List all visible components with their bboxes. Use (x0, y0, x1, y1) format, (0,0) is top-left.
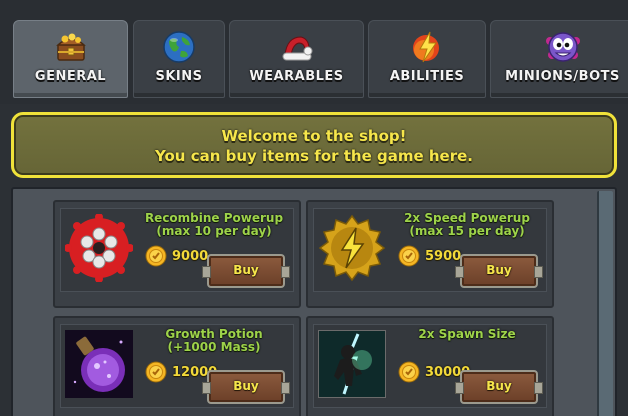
tab-abilities[interactable]: ABILITIES (368, 20, 486, 98)
recombine-molecule-icon (65, 214, 133, 282)
item-name: Recombine Powerup (max 10 per day) (144, 211, 284, 238)
tab-general[interactable]: GENERAL (13, 20, 128, 98)
scrollbar[interactable] (597, 191, 613, 416)
coin-icon (398, 361, 420, 383)
globe-icon (163, 31, 195, 63)
banner-line-2: You can buy items for the game here. (155, 147, 473, 165)
price-amount: 5900 (425, 248, 462, 264)
welcome-banner: Welcome to the shop! You can buy items f… (11, 112, 617, 178)
banner-line-1: Welcome to the shop! (221, 127, 407, 145)
santa-hat-icon (282, 36, 312, 61)
tab-skins[interactable]: SKINS (133, 20, 225, 98)
shop-item-growth-potion: Growth Potion (+1000 Mass) 12000 Buy (53, 316, 301, 416)
buy-button[interactable]: Buy (202, 370, 290, 404)
tab-abilities-label: ABILITIES (389, 69, 465, 84)
shop-item-speed: 2x Speed Powerup (max 15 per day) 5900 B… (306, 200, 554, 308)
coin-icon (398, 245, 420, 267)
coin-icon (145, 361, 167, 383)
minion-face-icon (545, 32, 580, 62)
item-name: 2x Speed Powerup (max 15 per day) (404, 211, 530, 238)
tab-wearables-label: WEARABLES (249, 69, 344, 84)
spawn-figure-icon (318, 330, 386, 398)
shop-items-panel: Recombine Powerup (max 10 per day) 9000 … (11, 187, 617, 416)
tab-skins-label: SKINS (155, 69, 203, 84)
buy-button[interactable]: Buy (202, 254, 290, 288)
coin-icon (145, 245, 167, 267)
item-price: 5900 (398, 245, 461, 267)
buy-button[interactable]: Buy (455, 370, 543, 404)
tab-minions-bots-label: MINIONS/BOTS (505, 69, 620, 84)
lightning-bolt-icon (413, 31, 439, 63)
treasure-chest-icon (55, 33, 86, 61)
price-amount: 9000 (172, 248, 209, 264)
item-price: 9000 (145, 245, 208, 267)
buy-button[interactable]: Buy (455, 254, 543, 288)
tab-bar: GENERAL SKINS WEARABLES ABILITIES MINION… (0, 0, 628, 104)
item-name: Growth Potion (+1000 Mass) (165, 327, 263, 354)
purple-potion-icon (65, 330, 133, 398)
item-name: 2x Spawn Size (418, 327, 516, 341)
lightning-badge-icon (318, 214, 386, 282)
tab-general-label: GENERAL (34, 69, 107, 84)
shop-item-recombine: Recombine Powerup (max 10 per day) 9000 … (53, 200, 301, 308)
tab-wearables[interactable]: WEARABLES (229, 20, 364, 98)
tab-minions-bots[interactable]: MINIONS/BOTS (490, 20, 628, 98)
shop-item-spawn-size: 2x Spawn Size 30000 Buy (306, 316, 554, 416)
